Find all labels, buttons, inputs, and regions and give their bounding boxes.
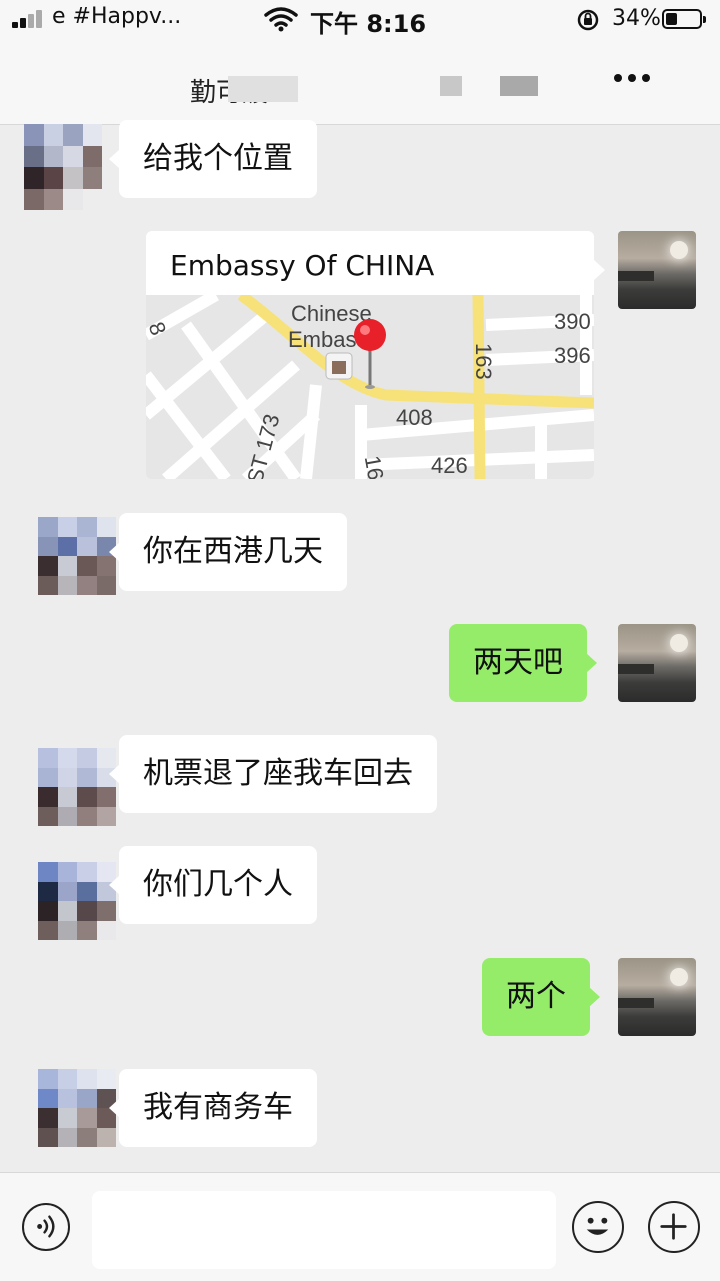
peer-avatar[interactable]	[38, 517, 116, 595]
signal-icon	[12, 10, 48, 28]
map-label: 426	[431, 453, 468, 478]
peer-avatar[interactable]	[24, 124, 102, 210]
self-message[interactable]: 两天吧	[449, 624, 597, 702]
self-avatar[interactable]	[618, 958, 696, 1036]
map-label: Chinese	[291, 301, 372, 326]
title-mosaic	[228, 76, 298, 102]
self-message[interactable]: 两个	[482, 958, 600, 1036]
location-card[interactable]: Embassy Of CHINA Chinese Embassy 408 426…	[146, 231, 594, 479]
peer-message[interactable]: 我有商务车	[109, 1069, 317, 1147]
peer-avatar[interactable]	[38, 862, 116, 940]
wifi-icon	[264, 7, 298, 32]
battery-icon	[662, 9, 706, 29]
peer-message[interactable]: 给我个位置	[109, 120, 317, 198]
map-label: 163	[471, 343, 496, 380]
self-avatar[interactable]	[618, 624, 696, 702]
map-label: 408	[396, 405, 433, 430]
peer-message[interactable]: 机票退了座我车回去	[109, 735, 437, 813]
title-mosaic	[500, 76, 538, 96]
location-title: Embassy Of CHINA	[170, 249, 435, 282]
building-icon	[325, 352, 353, 380]
location-card-tail	[594, 260, 605, 280]
input-bar	[0, 1172, 720, 1281]
map-label: 16	[360, 454, 389, 479]
location-map: Chinese Embassy 408 426 390 396 8 16 163…	[146, 295, 594, 479]
battery-percent: 34%	[612, 6, 661, 31]
clock: 下午 8:16	[310, 10, 427, 38]
peer-message[interactable]: 你在西港几天	[109, 513, 347, 591]
peer-message[interactable]: 你们几个人	[109, 846, 317, 924]
self-avatar[interactable]	[618, 231, 696, 309]
title-mosaic	[440, 76, 462, 96]
peer-avatar[interactable]	[38, 1069, 116, 1147]
emoji-icon[interactable]	[572, 1201, 624, 1253]
map-label: 396	[554, 343, 591, 368]
carrier-label: e #Happv...	[52, 4, 182, 29]
status-bar: e #Happv... 下午 8:16 34%	[0, 0, 720, 40]
more-icon[interactable]	[612, 68, 652, 88]
rotation-lock-icon	[577, 9, 599, 31]
voice-icon[interactable]	[22, 1203, 70, 1251]
message-input[interactable]	[92, 1191, 556, 1269]
plus-icon[interactable]	[648, 1201, 700, 1253]
chat-header: 勤可媛	[0, 40, 720, 125]
map-label: 390	[554, 309, 591, 334]
peer-avatar[interactable]	[38, 748, 116, 826]
